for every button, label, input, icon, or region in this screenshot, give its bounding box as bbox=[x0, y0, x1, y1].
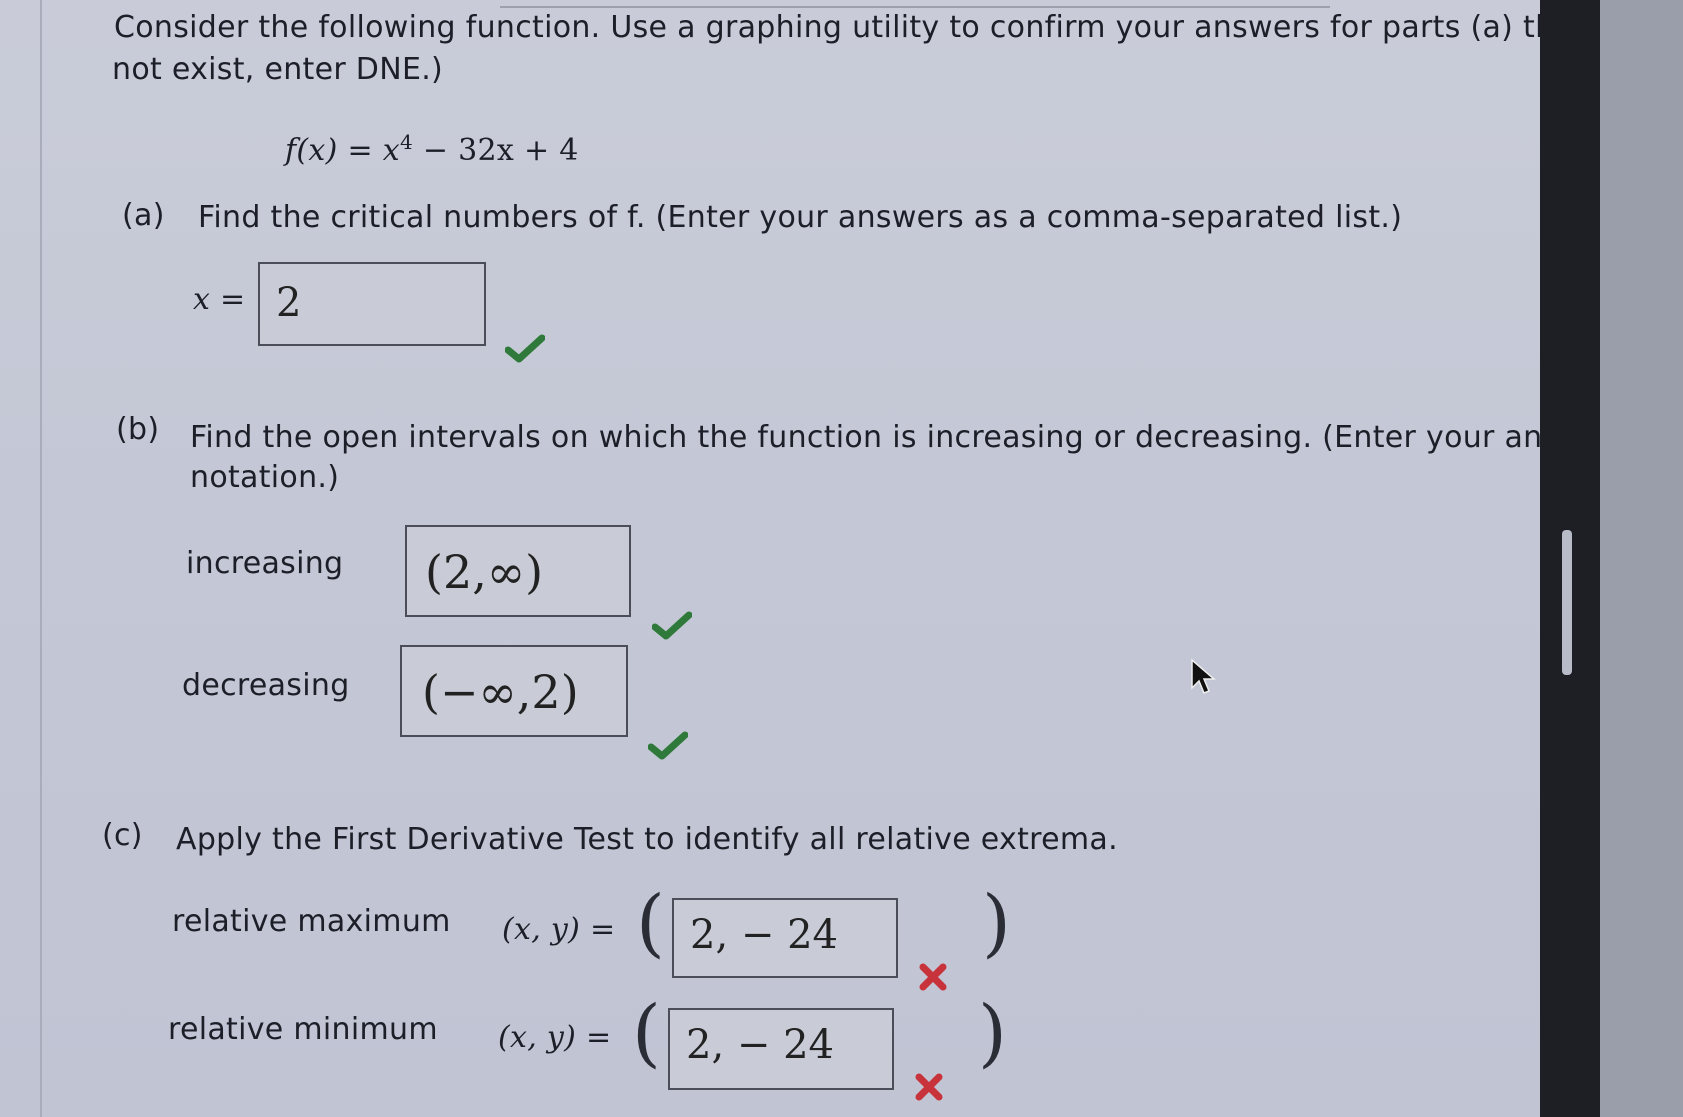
top-border bbox=[500, 0, 1330, 8]
monitor-bezel bbox=[1540, 0, 1600, 1117]
cursor-icon bbox=[1191, 658, 1216, 694]
decreasing-interval-input[interactable]: (−∞,2) bbox=[400, 645, 628, 737]
increasing-interval-value: (2,∞) bbox=[425, 545, 544, 599]
part-c-letter: (c) bbox=[102, 818, 143, 853]
increasing-interval-input[interactable]: (2,∞) bbox=[405, 525, 631, 617]
scrollbar-thumb[interactable] bbox=[1562, 530, 1572, 675]
x-icon bbox=[915, 1073, 943, 1101]
rel-min-close-paren: ) bbox=[978, 990, 1007, 1076]
function-rhs: − 32x + 4 bbox=[413, 133, 579, 168]
check-icon bbox=[505, 334, 545, 363]
relative-minimum-label: relative minimum bbox=[168, 1012, 438, 1047]
relative-maximum-label: relative maximum bbox=[172, 904, 451, 939]
increasing-label: increasing bbox=[186, 546, 344, 581]
question-panel: Consider the following function. Use a g… bbox=[0, 0, 1540, 1117]
relative-maximum-value: 2, − 24 bbox=[690, 912, 839, 958]
relative-minimum-input[interactable]: 2, − 24 bbox=[668, 1008, 894, 1090]
function-lhs: f(x) = x bbox=[285, 133, 400, 168]
x-icon bbox=[919, 963, 947, 991]
critical-numbers-value: 2 bbox=[276, 280, 302, 326]
relative-maximum-input[interactable]: 2, − 24 bbox=[672, 898, 898, 978]
rel-max-xy-label: (x, y) = bbox=[502, 912, 616, 947]
rel-max-open-paren: ( bbox=[636, 880, 665, 966]
critical-numbers-input[interactable]: 2 bbox=[258, 262, 486, 346]
part-a-prompt: Find the critical numbers of f. (Enter y… bbox=[198, 200, 1403, 235]
decreasing-interval-value: (−∞,2) bbox=[422, 665, 579, 719]
function-exponent: 4 bbox=[399, 130, 413, 154]
part-a-letter: (a) bbox=[122, 198, 165, 233]
rel-min-xy-label: (x, y) = bbox=[498, 1020, 612, 1055]
check-icon bbox=[648, 731, 688, 760]
panel-border bbox=[40, 0, 42, 1117]
relative-minimum-value: 2, − 24 bbox=[686, 1022, 835, 1068]
check-icon bbox=[652, 611, 692, 640]
part-c-prompt: Apply the First Derivative Test to ident… bbox=[176, 822, 1118, 857]
part-b-prompt-line1: Find the open intervals on which the fun… bbox=[190, 420, 1540, 455]
rel-min-open-paren: ( bbox=[632, 990, 661, 1076]
part-b-prompt-line2: notation.) bbox=[190, 460, 340, 495]
part-b-letter: (b) bbox=[116, 412, 160, 447]
intro-text-line1: Consider the following function. Use a g… bbox=[114, 10, 1540, 45]
decreasing-label: decreasing bbox=[182, 668, 350, 703]
rel-max-close-paren: ) bbox=[982, 880, 1011, 966]
function-definition: f(x) = x4 − 32x + 4 bbox=[285, 130, 579, 168]
x-equals-label: x = bbox=[193, 282, 246, 317]
background-edge bbox=[1600, 0, 1683, 1117]
intro-text-line2: not exist, enter DNE.) bbox=[112, 52, 444, 87]
